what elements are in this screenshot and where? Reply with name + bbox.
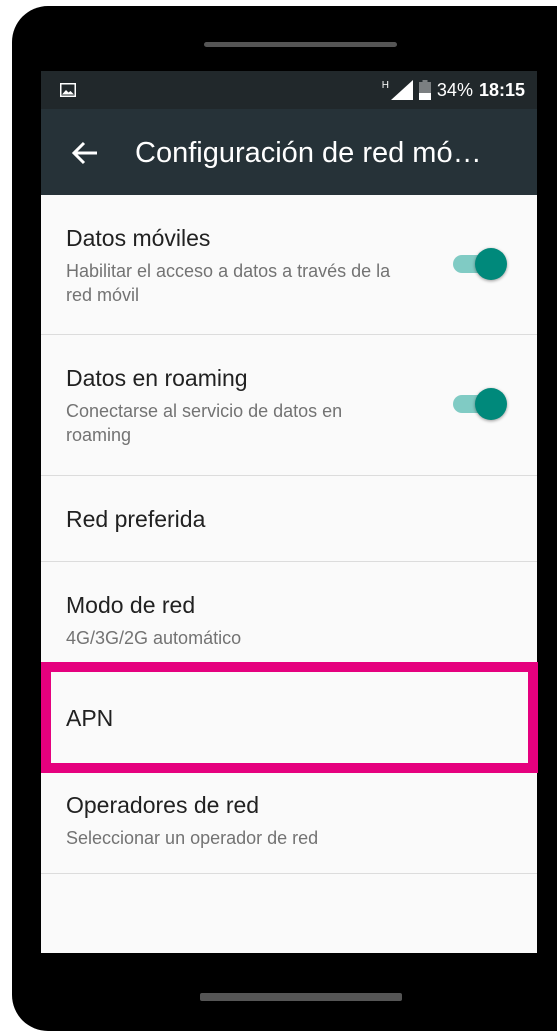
setting-title: Red preferida [66,506,206,532]
setting-data-roaming[interactable]: Datos en roaming Conectarse al servicio … [41,335,537,476]
page-title: Configuración de red mó… [135,137,482,169]
setting-subtitle: 4G/3G/2G automático [66,628,242,648]
battery-icon [418,80,431,100]
setting-title: Datos en roaming [66,365,248,391]
apn-highlight-box [41,662,538,773]
mobile-data-toggle[interactable] [453,246,509,280]
setting-subtitle: Habilitar el acceso a datos a través de … [66,261,391,305]
phone-screen: H 34% 18:15 Configuración de red mó… Dat… [41,71,537,953]
status-indicators: H 34% 18:15 [382,71,525,109]
setting-mobile-data[interactable]: Datos móviles Habilitar el acceso a dato… [41,195,537,335]
network-type-label: H [381,80,389,91]
toggle-knob [475,248,507,280]
setting-subtitle: Conectarse al servicio de datos en roami… [66,401,343,445]
status-bar: H 34% 18:15 [41,71,537,109]
app-bar: Configuración de red mó… [41,109,537,195]
battery-percent: 34% [436,79,473,100]
phone-home-bar [200,993,402,1001]
setting-title: Datos móviles [66,225,211,251]
setting-subtitle: Seleccionar un operador de red [66,828,319,848]
image-notification-icon [60,83,76,97]
setting-preferred-network[interactable]: Red preferida [41,476,537,562]
data-roaming-toggle[interactable] [453,386,509,420]
setting-network-mode[interactable]: Modo de red 4G/3G/2G automático [41,562,537,666]
signal-icon [390,80,413,100]
setting-network-operators[interactable]: Operadores de red Seleccionar un operado… [41,770,537,874]
phone-speaker [204,42,397,47]
toggle-knob [475,388,507,420]
setting-title: Modo de red [66,592,196,618]
status-time: 18:15 [478,79,525,100]
arrow-back-icon[interactable] [71,141,99,165]
setting-title: Operadores de red [66,792,260,818]
